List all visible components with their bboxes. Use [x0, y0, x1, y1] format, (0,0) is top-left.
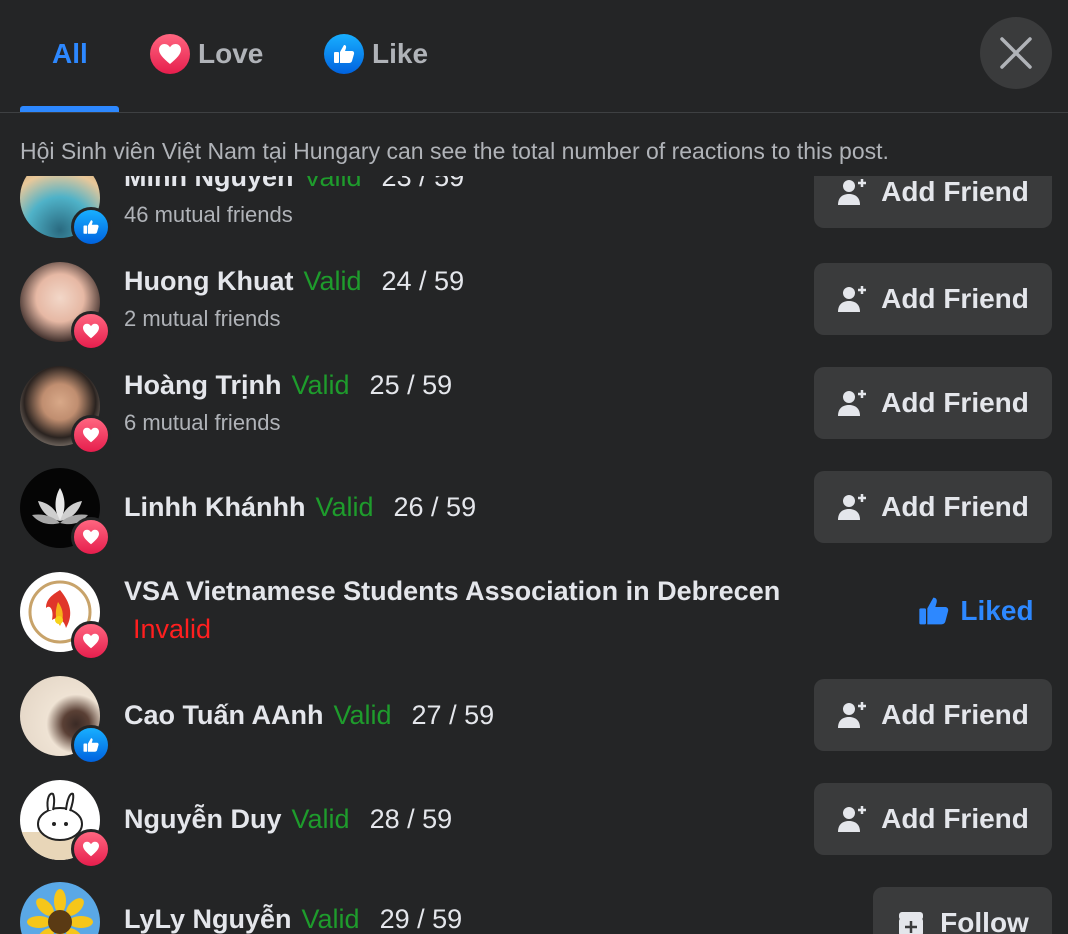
page-name[interactable]: VSA Vietnamese Students Association in D… [124, 576, 780, 607]
thumbs-up-icon [324, 34, 364, 74]
follow-button[interactable]: Follow [873, 887, 1052, 934]
count-label: 29 / 59 [379, 904, 463, 934]
sunflower-image [27, 889, 93, 934]
add-friend-button[interactable]: Add Friend [814, 471, 1052, 543]
follow-label: Follow [940, 907, 1029, 934]
heart-icon [71, 829, 111, 869]
list-item: Linhh Khánhh Valid 26 / 59 Add Friend [0, 450, 1068, 557]
add-friend-button[interactable]: Add Friend [814, 367, 1052, 439]
person-name-line: Cao Tuấn AAnh Valid 27 / 59 [124, 700, 494, 731]
add-friend-label: Add Friend [881, 176, 1029, 207]
active-tab-indicator [20, 106, 119, 112]
count-label: 23 / 59 [381, 176, 465, 192]
status-label: Valid [301, 904, 360, 934]
status-label: Valid [315, 492, 374, 522]
add-friend-label: Add Friend [881, 491, 1029, 522]
count-label: 26 / 59 [393, 492, 477, 522]
person-name-line: Linhh Khánhh Valid 26 / 59 [124, 492, 476, 523]
list-item: Nguyễn Duy Valid 28 / 59 Add Friend [0, 762, 1068, 869]
tab-all-label: All [52, 38, 88, 69]
liked-label: Liked [960, 595, 1034, 626]
reactions-list[interactable]: Minh Nguyen Valid 23 / 59 46 mutual friend… [0, 176, 1068, 934]
tab-love-label: Love [198, 38, 264, 69]
close-button[interactable] [980, 17, 1052, 89]
person-name[interactable]: Huong Khuat [124, 266, 293, 296]
tab-love[interactable]: Love [150, 24, 263, 84]
liked-button[interactable]: Liked [900, 575, 1052, 647]
person-name-line: Hoàng Trịnh Valid 25 / 59 [124, 370, 452, 401]
person-name[interactable]: Minh Nguyen [124, 176, 294, 192]
person-name-line: LyLy Nguyễn Valid 29 / 59 [124, 904, 462, 934]
reaction-tabs: All Love Like [0, 0, 1068, 113]
heart-icon [71, 415, 111, 455]
reactions-visibility-notice: Hội Sinh viên Việt Nam tại Hungary can s… [20, 138, 889, 164]
like-reaction-icon [71, 207, 111, 247]
tab-like[interactable]: Like [324, 24, 428, 84]
add-friend-button[interactable]: Add Friend [814, 176, 1052, 228]
add-person-icon [837, 804, 867, 834]
person-name-line: Huong Khuat Valid 24 / 59 [124, 266, 464, 297]
add-person-icon [837, 284, 867, 314]
list-item: Cao Tuấn AAnh Valid 27 / 59 Add Friend [0, 658, 1068, 765]
add-person-icon [837, 388, 867, 418]
thumbs-up-icon [918, 595, 950, 627]
like-reaction-icon [71, 725, 111, 765]
person-name[interactable]: Hoàng Trịnh [124, 370, 282, 400]
heart-icon [71, 517, 111, 557]
add-person-icon [837, 700, 867, 730]
person-name[interactable]: LyLy Nguyễn [124, 904, 292, 934]
follow-icon [896, 908, 926, 934]
mutual-friends: 46 mutual friends [124, 202, 293, 227]
tab-like-label: Like [372, 38, 429, 69]
add-person-icon [837, 177, 867, 207]
add-friend-label: Add Friend [881, 803, 1029, 834]
add-friend-button[interactable]: Add Friend [814, 263, 1052, 335]
add-friend-button[interactable]: Add Friend [814, 679, 1052, 751]
person-name-line: Nguyễn Duy Valid 28 / 59 [124, 804, 452, 835]
mutual-friends: 2 mutual friends [124, 306, 281, 331]
mutual-friends: 6 mutual friends [124, 410, 281, 435]
list-item: Hoàng Trịnh Valid 25 / 59 6 mutual friends… [0, 346, 1068, 455]
count-label: 25 / 59 [369, 370, 453, 400]
person-name[interactable]: Linhh Khánhh [124, 492, 305, 522]
avatar[interactable] [20, 882, 100, 934]
person-name[interactable]: Cao Tuấn AAnh [124, 700, 323, 730]
count-label: 28 / 59 [369, 804, 453, 834]
add-friend-button[interactable]: Add Friend [814, 783, 1052, 855]
count-label: 27 / 59 [411, 700, 495, 730]
list-item: Huong Khuat Valid 24 / 59 2 mutual friends… [0, 242, 1068, 351]
heart-icon [71, 621, 111, 661]
list-item: LyLy Nguyễn Valid 29 / 59 Follow [0, 866, 1068, 934]
status-label: Valid [291, 804, 350, 834]
status-label: Valid [291, 370, 350, 400]
count-label: 24 / 59 [381, 266, 465, 296]
add-person-icon [837, 492, 867, 522]
status-label: Valid [303, 176, 362, 192]
list-item: Minh Nguyen Valid 23 / 59 46 mutual friend… [0, 176, 1068, 247]
add-friend-label: Add Friend [881, 387, 1029, 418]
add-friend-label: Add Friend [881, 699, 1029, 730]
list-item: VSA Vietnamese Students Association in D… [0, 554, 1068, 661]
tab-all[interactable]: All [52, 24, 88, 84]
person-name[interactable]: Nguyễn Duy [124, 804, 282, 834]
add-friend-label: Add Friend [881, 283, 1029, 314]
person-name-line: Minh Nguyen Valid 23 / 59 [124, 176, 464, 193]
close-icon [1000, 37, 1032, 69]
heart-icon [150, 34, 190, 74]
status-label: Valid [303, 266, 362, 296]
status-label: Valid [333, 700, 392, 730]
status-label: Invalid [133, 614, 212, 644]
heart-icon [71, 311, 111, 351]
